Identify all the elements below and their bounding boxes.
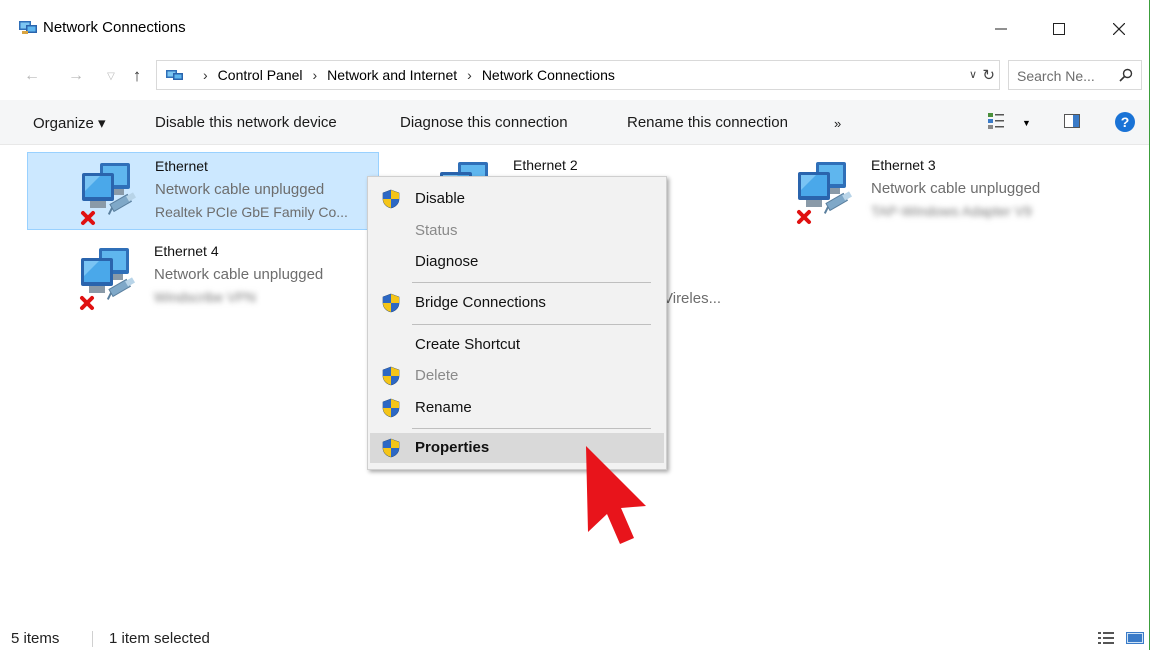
menu-separator bbox=[412, 282, 651, 283]
breadcrumb-separator-icon[interactable]: › bbox=[203, 67, 208, 83]
search-icon bbox=[1119, 68, 1133, 82]
network-adapter-icon bbox=[794, 160, 854, 226]
uac-shield-icon bbox=[382, 366, 400, 386]
connection-item-ethernet[interactable]: Ethernet Network cable unplugged Realtek… bbox=[27, 152, 379, 230]
forward-button[interactable]: → bbox=[66, 66, 86, 86]
menu-separator bbox=[412, 324, 651, 325]
menu-item-create-shortcut[interactable]: Create Shortcut bbox=[370, 330, 664, 360]
close-icon bbox=[1113, 23, 1125, 35]
diagnose-connection-button[interactable]: Diagnose this connection bbox=[400, 114, 568, 131]
search-placeholder: Search Ne... bbox=[1017, 68, 1095, 84]
network-folder-icon bbox=[166, 70, 183, 80]
breadcrumb-control-panel[interactable]: Control Panel bbox=[218, 67, 303, 83]
address-dropdown-icon[interactable]: ∨ bbox=[969, 68, 977, 81]
search-input[interactable]: Search Ne... bbox=[1008, 60, 1142, 90]
breadcrumb-separator-icon[interactable]: › bbox=[467, 67, 472, 83]
connection-device-redacted: TAP-Windows Adapter V9 bbox=[871, 203, 1032, 219]
breadcrumb-separator-icon[interactable]: › bbox=[313, 67, 318, 83]
help-icon[interactable]: ? bbox=[1115, 112, 1135, 132]
chevron-down-icon: ▽ bbox=[107, 70, 115, 82]
menu-separator bbox=[412, 428, 651, 429]
connection-status: Network cable unplugged bbox=[154, 266, 324, 283]
item-count: 5 items bbox=[11, 630, 60, 647]
title-bar: Network Connections bbox=[0, 0, 1149, 56]
red-pointer-arrow-icon bbox=[586, 446, 646, 544]
connection-device-redacted: Windscribe VPN bbox=[154, 289, 256, 305]
address-bar[interactable]: › Control Panel › Network and Internet ›… bbox=[156, 60, 1000, 90]
uac-shield-icon bbox=[382, 438, 400, 458]
menu-item-disable[interactable]: Disable bbox=[370, 184, 664, 214]
menu-item-label: Diagnose bbox=[415, 253, 479, 270]
connection-item-ethernet-4[interactable]: Ethernet 4 Network cable unplugged Winds… bbox=[27, 238, 379, 316]
command-bar: Organize ▾ Disable this network device D… bbox=[0, 100, 1149, 145]
connection-status: Network cable unplugged bbox=[155, 181, 325, 198]
details-view-icon[interactable] bbox=[1098, 631, 1114, 645]
maximize-button[interactable] bbox=[1036, 14, 1082, 44]
window-title: Network Connections bbox=[43, 19, 186, 36]
menu-item-diagnose[interactable]: Diagnose bbox=[370, 247, 664, 277]
connection-device: Vireles... bbox=[663, 290, 722, 307]
close-button[interactable] bbox=[1096, 14, 1142, 44]
minimize-icon bbox=[995, 28, 1007, 30]
breadcrumb-network-and-internet[interactable]: Network and Internet bbox=[327, 67, 457, 83]
selection-count: 1 item selected bbox=[109, 630, 210, 647]
disable-device-button[interactable]: Disable this network device bbox=[155, 114, 337, 131]
rename-connection-button[interactable]: Rename this connection bbox=[627, 114, 788, 131]
arrow-right-icon: → bbox=[68, 67, 84, 84]
view-dropdown-icon[interactable]: ▼ bbox=[1022, 118, 1031, 128]
organize-button[interactable]: Organize ▾ bbox=[33, 114, 106, 132]
menu-item-label: Delete bbox=[415, 367, 459, 384]
context-menu: Disable Status Diagnose Bridge Connectio… bbox=[367, 176, 667, 470]
status-bar: 5 items 1 item selected bbox=[0, 625, 1149, 650]
uac-shield-icon bbox=[382, 398, 400, 418]
menu-item-label: Bridge Connections bbox=[415, 294, 546, 311]
minimize-button[interactable] bbox=[978, 14, 1024, 44]
menu-item-status[interactable]: Status bbox=[370, 216, 664, 246]
menu-item-label: Disable bbox=[415, 190, 466, 207]
menu-item-bridge-connections[interactable]: Bridge Connections bbox=[370, 288, 664, 318]
connection-status: Network cable unplugged bbox=[871, 180, 1041, 197]
more-commands-button[interactable]: » bbox=[834, 116, 841, 131]
arrow-left-icon: ← bbox=[24, 67, 40, 84]
connection-name: Ethernet 3 bbox=[871, 157, 936, 173]
connection-name: Ethernet 4 bbox=[154, 243, 219, 259]
status-divider bbox=[92, 631, 93, 647]
maximize-icon bbox=[1053, 23, 1065, 35]
menu-item-label: Properties bbox=[415, 439, 490, 456]
back-button[interactable]: ← bbox=[22, 66, 42, 86]
connection-item-ethernet-3[interactable]: Ethernet 3 Network cable unplugged TAP-W… bbox=[744, 152, 1114, 230]
preview-pane-icon[interactable] bbox=[1064, 114, 1080, 128]
recent-locations-button[interactable]: ▽ bbox=[101, 66, 121, 86]
change-view-icon[interactable] bbox=[987, 112, 1005, 130]
network-connections-window: Network Connections ← → ▽ ↑ › Control Pa… bbox=[0, 0, 1150, 650]
menu-item-label: Status bbox=[415, 222, 458, 239]
arrow-up-icon: ↑ bbox=[132, 66, 142, 85]
menu-item-label: Create Shortcut bbox=[415, 336, 521, 353]
large-icons-view-icon[interactable] bbox=[1126, 632, 1144, 644]
breadcrumb: › Control Panel › Network and Internet ›… bbox=[193, 67, 615, 83]
uac-shield-icon bbox=[382, 189, 400, 209]
refresh-icon[interactable]: ↻ bbox=[982, 66, 995, 84]
connection-device: Realtek PCIe GbE Family Co... bbox=[155, 204, 348, 220]
uac-shield-icon bbox=[382, 293, 400, 313]
menu-item-delete[interactable]: Delete bbox=[370, 361, 664, 391]
up-button[interactable]: ↑ bbox=[127, 66, 147, 86]
address-row: ← → ▽ ↑ › Control Panel › Network and In… bbox=[0, 56, 1149, 94]
connection-name: Ethernet 2 bbox=[513, 157, 578, 173]
network-folder-icon bbox=[19, 21, 37, 34]
menu-item-rename[interactable]: Rename bbox=[370, 393, 664, 423]
breadcrumb-network-connections[interactable]: Network Connections bbox=[482, 67, 615, 83]
menu-item-label: Rename bbox=[415, 399, 472, 416]
network-adapter-icon bbox=[78, 161, 138, 227]
network-adapter-icon bbox=[77, 246, 137, 312]
connection-name: Ethernet bbox=[155, 158, 208, 174]
